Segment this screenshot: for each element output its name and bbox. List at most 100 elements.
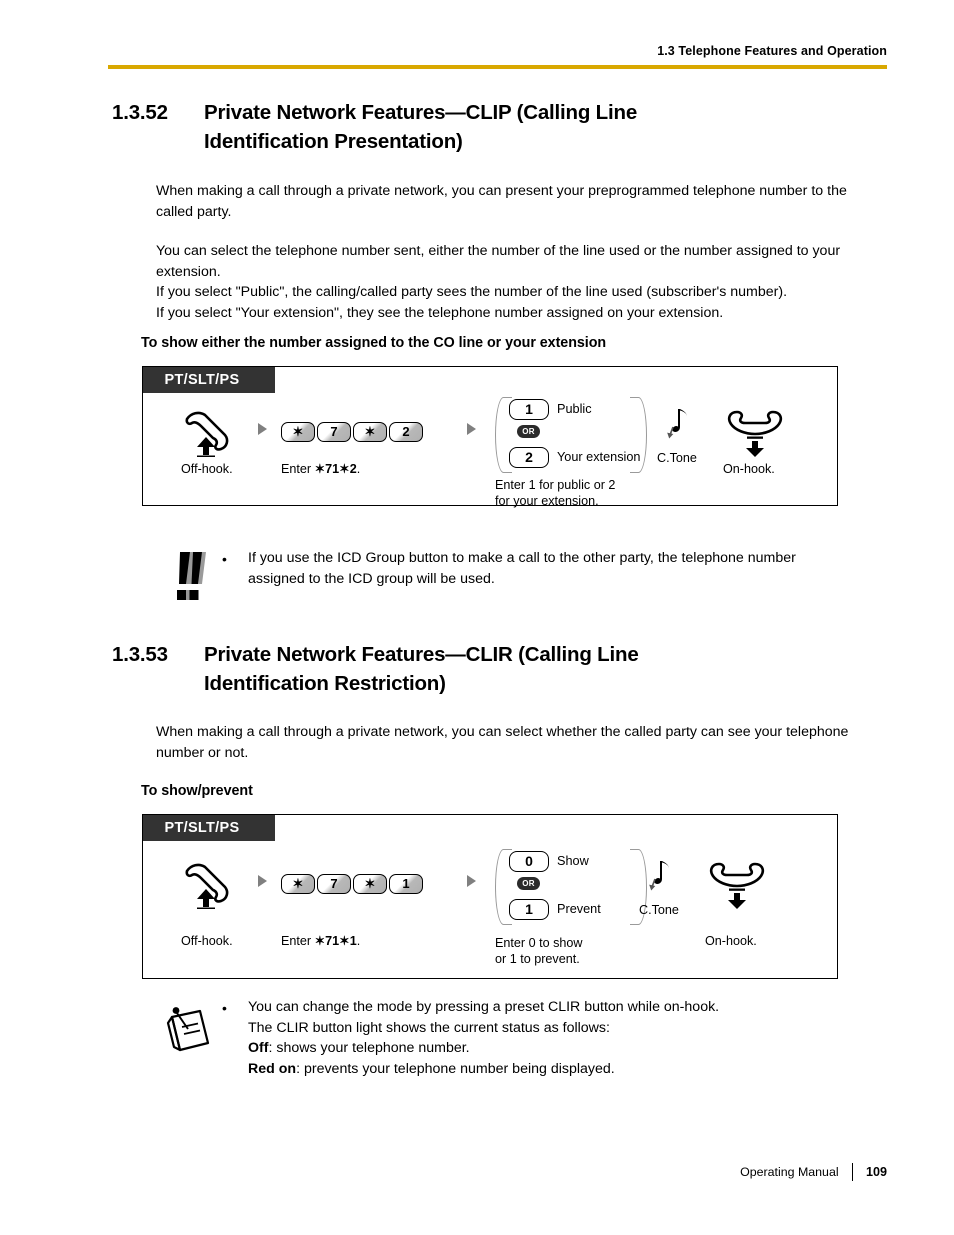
note-line: The CLIR button light shows the current … (248, 1019, 610, 1036)
note-icd-group: • If you use the ICD Group button to mak… (160, 548, 886, 608)
choice-label-bottom: Your extension (557, 450, 641, 464)
or-badge: OR (517, 876, 540, 890)
on-hook-handset-icon (705, 855, 769, 913)
keypad-key[interactable]: 1 (389, 873, 423, 894)
confirmation-tone-label: C.Tone (639, 902, 679, 917)
flow-arrow-icon (467, 422, 476, 435)
step-on-hook: On-hook. (705, 855, 769, 949)
paragraph: If you select "Public", the calling/call… (156, 284, 788, 300)
section-body-1-3-53: When making a call through a private net… (156, 722, 886, 763)
section-number: 1.3.52 (112, 101, 168, 124)
keypad-sequence: ✶ 7 ✶ 1 (281, 873, 423, 894)
keypad-key[interactable]: 2 (389, 421, 423, 442)
page-header: 1.3 Telephone Features and Operation (108, 44, 887, 69)
step-on-hook: On-hook. (723, 403, 787, 477)
caption-code: ✶71✶1 (314, 933, 357, 948)
keypad-key[interactable]: 7 (317, 873, 351, 894)
step-enter-code: ✶ 7 ✶ 2 Enter ✶71✶2. (281, 403, 423, 477)
device-type-tab: PT/SLT/PS (142, 366, 275, 393)
note-line-red-on-rest: : prevents your telephone number being d… (296, 1060, 615, 1077)
keypad-key[interactable]: 7 (317, 421, 351, 442)
section-title-line-2: Identification Restriction) (204, 672, 446, 695)
on-hook-caption: On-hook. (723, 461, 775, 476)
step-confirmation-tone: C.Tone (639, 857, 679, 917)
or-badge: OR (517, 424, 540, 438)
term-off: Off (248, 1040, 269, 1056)
off-hook-handset-icon (181, 855, 237, 913)
running-head: 1.3 Telephone Features and Operation (657, 44, 887, 58)
off-hook-handset-icon (181, 403, 237, 461)
note-line-off: Off: shows your telephone number. (248, 1038, 886, 1059)
memo-note-icon (160, 997, 222, 1057)
keypad-key[interactable]: ✶ (353, 873, 387, 894)
choice-bracket: 1 Public OR 2 Your extension (495, 396, 647, 473)
note-body: You can change the mode by pressing a pr… (248, 997, 886, 1079)
note-line-off-rest: : shows your telephone number. (268, 1040, 470, 1056)
choice-label-bottom: Prevent (557, 902, 601, 916)
step-off-hook: Off-hook. (181, 855, 237, 949)
choice-caption-line-2: or 1 to prevent. (495, 951, 580, 966)
section-body-1-3-52: When making a call through a private net… (156, 181, 886, 323)
term-red-on: Red on (248, 1060, 297, 1077)
note-line-red-on: Red on: prevents your telephone number b… (248, 1059, 886, 1080)
choice-caption: Enter 0 to show or 1 to prevent. (495, 935, 647, 967)
step-off-hook: Off-hook. (181, 403, 237, 477)
confirmation-tone-icon (660, 405, 694, 450)
section-title-line-1: Private Network Features—CLIR (Calling L… (204, 643, 639, 666)
step-enter-code: ✶ 7 ✶ 1 Enter ✶71✶1. (281, 855, 423, 949)
choice-key-top[interactable]: 1 (509, 398, 549, 420)
caption-suffix: . (356, 933, 361, 948)
confirmation-tone-icon (642, 857, 676, 902)
subheading-show-number: To show either the number assigned to th… (141, 335, 607, 351)
section-heading-1-3-53: 1.3.53 Private Network Features—CLIR (Ca… (112, 640, 902, 698)
note-body: If you use the ICD Group button to make … (248, 548, 886, 589)
enter-code-caption: Enter ✶71✶1. (281, 933, 423, 949)
choice-bracket: 0 Show OR 1 Prevent (495, 848, 647, 925)
on-hook-handset-icon (723, 403, 787, 461)
flow-arrow-icon (258, 874, 267, 887)
header-gold-rule (108, 65, 887, 69)
page-footer: Operating Manual 109 (108, 1163, 887, 1181)
choice-caption-line-1: Enter 1 for public or 2 (495, 477, 616, 492)
paragraph: When making a call through a private net… (156, 183, 847, 220)
confirmation-tone-label: C.Tone (657, 450, 697, 465)
note-line: assigned to the ICD group will be used. (248, 570, 495, 587)
choice-caption-line-2: for your extension. (495, 493, 599, 508)
step-choose-option: 0 Show OR 1 Prevent Enter 0 to show or 1… (495, 848, 647, 967)
paragraph: When making a call through a private net… (156, 724, 849, 761)
off-hook-caption: Off-hook. (181, 461, 233, 476)
caption-code: ✶71✶2 (314, 461, 357, 476)
paragraph: If you select "Your extension", they see… (156, 304, 724, 321)
choice-label-top: Public (557, 402, 592, 416)
choice-key-bottom[interactable]: 2 (509, 446, 549, 468)
operation-diagram-clip: PT/SLT/PS Off-hook. ✶ 7 ✶ 2 Enter ✶71✶2.… (142, 366, 838, 509)
manual-label: Operating Manual (740, 1165, 839, 1179)
note-clir-button: • You can change the mode by pressing a … (160, 997, 886, 1079)
flow-arrow-icon (467, 874, 476, 887)
step-confirmation-tone: C.Tone (657, 405, 697, 465)
caption-suffix: . (356, 461, 361, 476)
operation-diagram-clir: PT/SLT/PS Off-hook. ✶ 7 ✶ 1 Enter ✶71✶1.… (142, 814, 838, 979)
flow-arrow-icon (258, 422, 267, 435)
keypad-key[interactable]: ✶ (281, 421, 315, 442)
subheading-show-prevent: To show/prevent (141, 783, 253, 799)
note-line: You can change the mode by pressing a pr… (248, 999, 720, 1015)
keypad-key[interactable]: ✶ (281, 873, 315, 894)
choice-caption-line-1: Enter 0 to show (495, 935, 583, 950)
on-hook-caption: On-hook. (705, 933, 757, 948)
section-number: 1.3.53 (112, 643, 168, 666)
section-heading-1-3-52: 1.3.52 Private Network Features—CLIP (Ca… (112, 98, 902, 156)
choice-key-top[interactable]: 0 (509, 850, 549, 872)
note-line: If you use the ICD Group button to make … (248, 550, 796, 566)
keypad-sequence: ✶ 7 ✶ 2 (281, 421, 423, 442)
choice-label-top: Show (557, 854, 589, 868)
page-number: 109 (865, 1165, 887, 1179)
note-bullet: • (222, 551, 227, 567)
step-choose-option: 1 Public OR 2 Your extension Enter 1 for… (495, 396, 647, 509)
off-hook-caption: Off-hook. (181, 933, 233, 948)
paragraph: You can select the telephone number sent… (156, 243, 841, 280)
choice-key-bottom[interactable]: 1 (509, 898, 549, 920)
choice-caption: Enter 1 for public or 2 for your extensi… (495, 477, 647, 509)
footer-separator (851, 1163, 853, 1181)
keypad-key[interactable]: ✶ (353, 421, 387, 442)
